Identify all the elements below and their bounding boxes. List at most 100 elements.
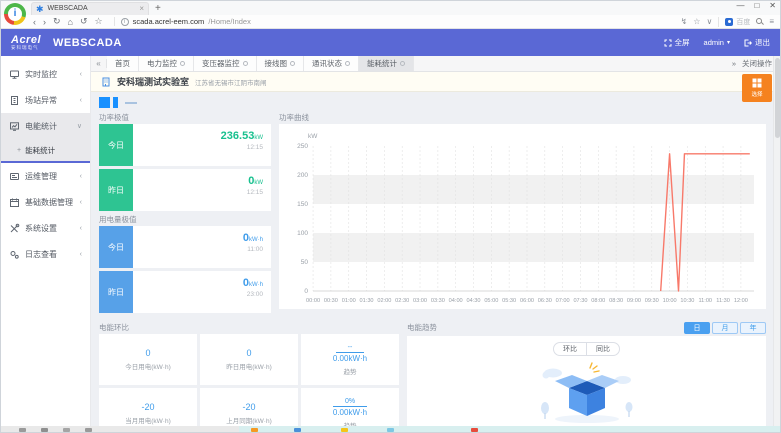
tab-power-monitor[interactable]: 电力监控 <box>139 56 194 71</box>
period-badge: 今日 <box>99 226 133 268</box>
blue-square-icon[interactable] <box>99 97 110 108</box>
browser-menu-icon[interactable]: ≡ <box>769 17 774 26</box>
forward-icon[interactable]: › <box>43 17 46 27</box>
power-unit: kW <box>254 180 263 186</box>
close-operations-button[interactable]: 关闭操作 <box>742 58 772 69</box>
sidebar-item-station-abnormal[interactable]: 场站异常‹ <box>1 87 90 113</box>
dash-mark <box>125 102 137 104</box>
svg-text:03:30: 03:30 <box>431 298 445 304</box>
expand-tabs-icon[interactable]: » <box>732 59 736 68</box>
grid-icon <box>752 78 762 88</box>
app-header: Acrel 安科瑞电气 WEBSCADA 全屏 admin▾ 退出 <box>1 29 780 56</box>
restore-icon[interactable]: ↺ <box>80 16 88 27</box>
favorite-star-icon[interactable]: ☆ <box>693 17 700 26</box>
taskbar-icon <box>387 428 394 432</box>
svg-text:09:00: 09:00 <box>627 298 641 304</box>
address-bar[interactable]: i scada.acrel-eem.com /Home/Index <box>114 17 674 26</box>
ratio-cell-this-month: -20 当月用电(kW·h) <box>99 388 197 426</box>
tab-wiring-diagram[interactable]: 接线图 <box>257 56 305 71</box>
chart-column: 功率曲线 00:0000:3001:0001:3002:0002:3003:00… <box>279 112 766 316</box>
energy-yesterday-time: 23:00 <box>133 291 263 298</box>
svg-text:06:00: 06:00 <box>520 298 534 304</box>
building-icon <box>9 95 20 106</box>
svg-text:05:00: 05:00 <box>484 298 498 304</box>
sidebar-item-realtime-monitor[interactable]: 实时监控‹ <box>1 61 90 87</box>
search-box[interactable]: 百度 <box>718 17 750 27</box>
browser-nav-bar: ‹ › ↻ ⌂ ↺ ☆ i scada.acrel-eem.com /Home/… <box>1 15 780 29</box>
brand-name: Acrel <box>11 35 41 45</box>
user-menu[interactable]: admin▾ <box>704 38 730 47</box>
svg-text:07:30: 07:30 <box>573 298 587 304</box>
svg-text:07:00: 07:00 <box>556 298 570 304</box>
new-tab-button[interactable]: + <box>155 3 161 14</box>
search-engine-icon <box>725 18 733 26</box>
tab-close-icon[interactable] <box>345 61 350 66</box>
chevron-left-icon: ‹ <box>80 97 82 104</box>
search-placeholder: 百度 <box>736 17 750 27</box>
download-bolt-icon[interactable]: ↯ <box>681 17 688 26</box>
range-day-button[interactable]: 日 <box>684 322 710 334</box>
svg-text:00:00: 00:00 <box>306 298 320 304</box>
sidebar-item-log-view[interactable]: 日志查看‹ <box>1 241 90 267</box>
power-curve-card: 00:0000:3001:0001:3002:0002:3003:0003:30… <box>279 124 766 309</box>
range-month-button[interactable]: 月 <box>712 322 738 334</box>
dropdown-caret-icon[interactable]: ∨ <box>706 17 712 26</box>
home-icon[interactable]: ⌂ <box>68 17 73 27</box>
browser-logo-icon[interactable]: i <box>4 3 26 25</box>
browser-tab-strip: i ✱ WEBSCADA × + — □ ✕ <box>1 1 780 15</box>
svg-text:kW: kW <box>308 133 318 140</box>
brand-subtitle: 安科瑞电气 <box>11 45 41 50</box>
chevron-down-icon: ∨ <box>77 122 82 130</box>
taskbar-sliver <box>1 426 780 433</box>
svg-text:11:00: 11:00 <box>698 298 712 304</box>
sidebar-item-basic-data[interactable]: 基础数据管理‹ <box>1 189 90 215</box>
logout-button[interactable]: 退出 <box>744 37 770 48</box>
monitor-icon <box>9 69 20 80</box>
legend-ring-ratio[interactable]: 环比 <box>554 343 586 355</box>
sidebar-item-energy-statistics[interactable]: 电能统计∨ <box>1 113 90 139</box>
chevron-left-icon: ‹ <box>80 225 82 232</box>
browser-tab[interactable]: ✱ WEBSCADA × <box>31 2 149 15</box>
svg-text:09:30: 09:30 <box>645 298 659 304</box>
svg-text:10:30: 10:30 <box>680 298 694 304</box>
station-select-button[interactable]: 选择 <box>742 74 772 102</box>
tab-close-icon[interactable] <box>400 61 405 66</box>
svg-text:50: 50 <box>301 259 309 266</box>
sidebar-subitem-energy-consumption[interactable]: + 能耗统计 <box>1 139 90 161</box>
tab-energy-statistics[interactable]: 能耗统计 <box>359 56 414 71</box>
window-maximize-button[interactable]: □ <box>754 1 759 10</box>
extremes-column: 功率极值 今日 236.53kW 12:15 昨日 0kW <box>99 112 271 316</box>
svg-text:05:30: 05:30 <box>502 298 516 304</box>
tab-close-icon[interactable] <box>243 61 248 66</box>
site-info-icon[interactable]: i <box>121 18 129 26</box>
tab-comm-status[interactable]: 通讯状态 <box>304 56 359 71</box>
search-icon[interactable] <box>756 18 763 25</box>
station-name[interactable]: 安科瑞测试实验室 <box>117 75 189 88</box>
bookmark-star-icon[interactable]: ☆ <box>95 16 103 27</box>
legend-year-ratio[interactable]: 同比 <box>586 343 619 355</box>
back-icon[interactable]: ‹ <box>33 17 36 27</box>
user-caret-icon: ▾ <box>727 39 730 46</box>
svg-text:04:00: 04:00 <box>449 298 463 304</box>
tools-icon <box>9 223 20 234</box>
window-close-button[interactable]: ✕ <box>769 1 776 10</box>
tab-close-icon[interactable] <box>290 61 295 66</box>
tab-transformer-monitor[interactable]: 变压器监控 <box>194 56 257 71</box>
page-scrollbar[interactable] <box>773 56 780 426</box>
refresh-icon[interactable]: ↻ <box>53 16 61 27</box>
tab-close-icon[interactable] <box>180 61 185 66</box>
sidebar-item-operation-management[interactable]: 运维管理‹ <box>1 163 90 189</box>
tab-home[interactable]: 首页 <box>107 56 139 71</box>
energy-trend-card: 环比 同比 <box>407 336 766 426</box>
range-year-button[interactable]: 年 <box>740 322 766 334</box>
blue-bar-icon[interactable] <box>113 97 118 108</box>
trend-legend[interactable]: 环比 同比 <box>553 342 620 356</box>
svg-text:200: 200 <box>297 172 308 179</box>
sidebar-item-system-settings[interactable]: 系统设置‹ <box>1 215 90 241</box>
scrollbar-thumb[interactable] <box>775 58 780 138</box>
tab-close-icon[interactable]: × <box>139 4 144 13</box>
collapse-tabs-icon[interactable]: « <box>91 59 107 68</box>
taskbar-icon <box>19 428 26 432</box>
window-minimize-button[interactable]: — <box>736 1 744 10</box>
fullscreen-button[interactable]: 全屏 <box>664 37 690 48</box>
